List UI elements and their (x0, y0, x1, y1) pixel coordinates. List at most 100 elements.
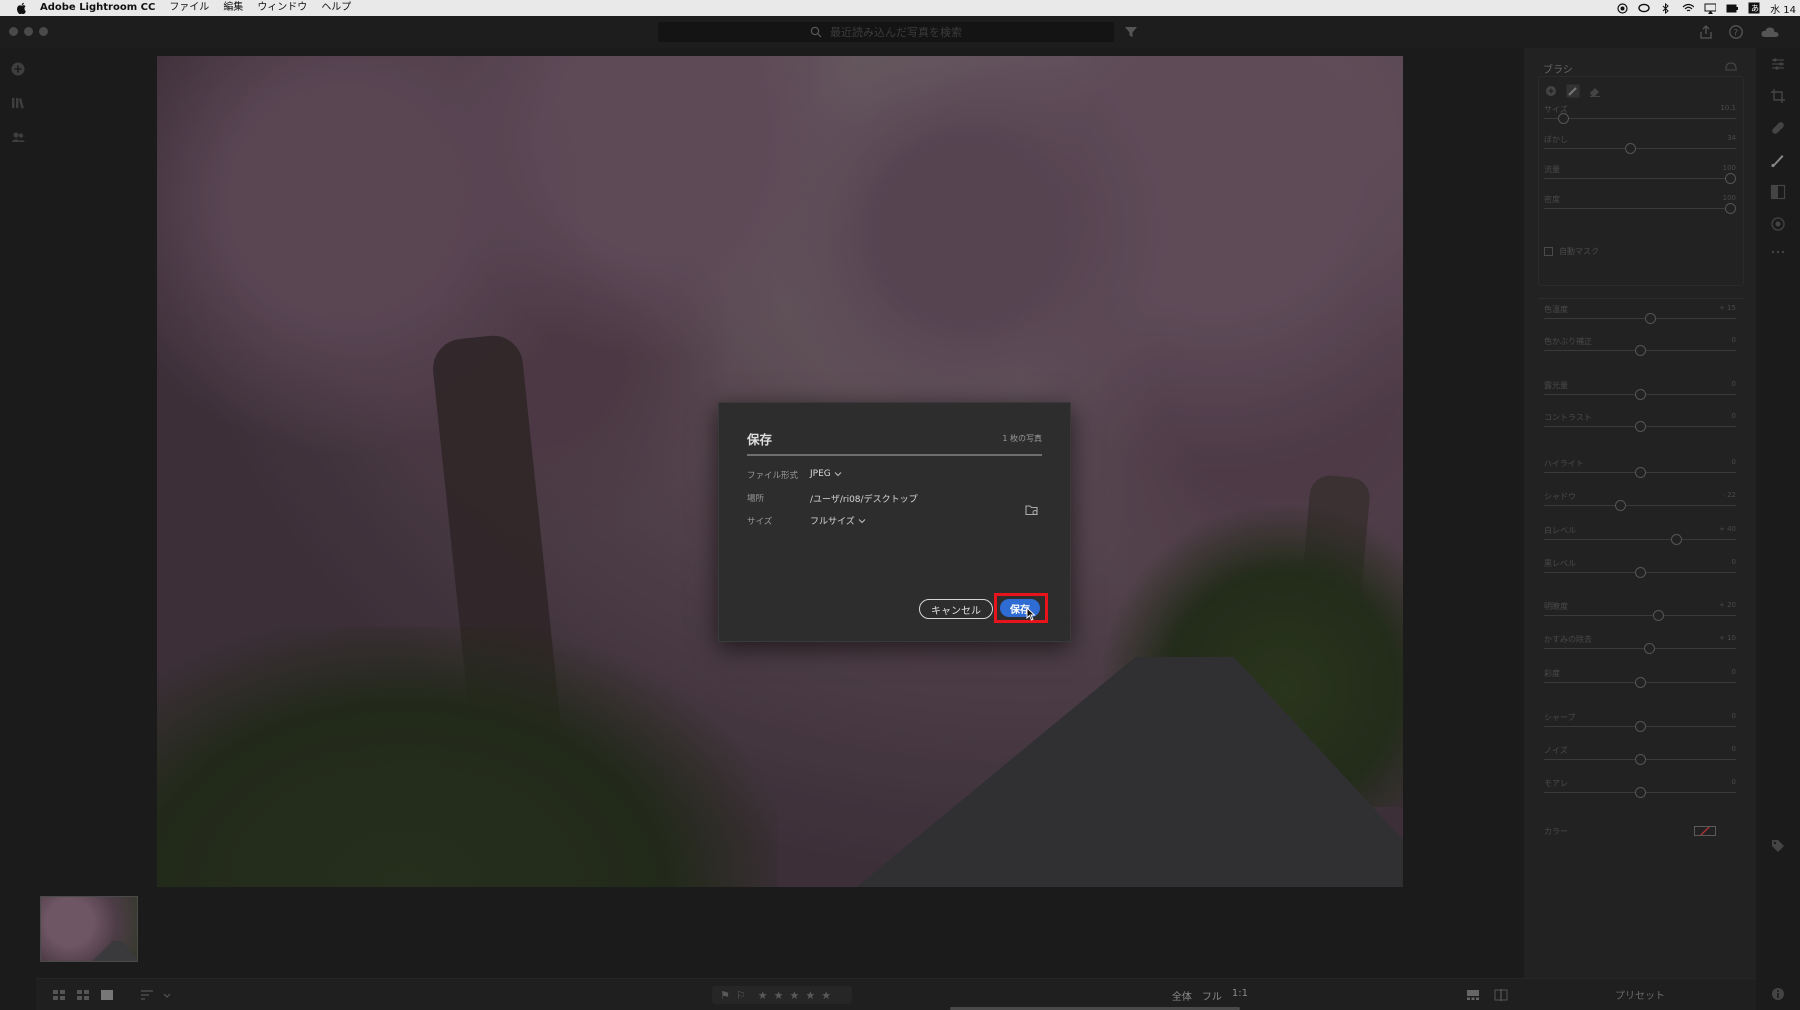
brush-density-slider[interactable]: 密度 100 (1544, 194, 1736, 214)
slider-knob[interactable] (1644, 643, 1655, 654)
slider-knob[interactable] (1635, 567, 1646, 578)
input-source-icon[interactable]: あ (1748, 2, 1760, 14)
slider-knob[interactable] (1645, 313, 1656, 324)
share-icon[interactable] (1698, 24, 1714, 40)
star-rating-4-icon[interactable]: ★ (805, 989, 815, 1002)
slider-knob[interactable] (1725, 203, 1736, 214)
menu-help[interactable]: ヘルプ (321, 0, 351, 16)
battery-icon[interactable] (1726, 2, 1739, 14)
slider-knob[interactable] (1635, 787, 1646, 798)
color-swatch[interactable] (1694, 826, 1716, 836)
size-dropdown[interactable]: フルサイズ (810, 514, 866, 527)
sort-icon[interactable] (140, 989, 154, 1001)
star-rating-5-icon[interactable]: ★ (821, 989, 831, 1002)
reject-flag-icon[interactable]: ⚐ (736, 989, 746, 1002)
adjust-slider[interactable]: ノイズ 0 (1544, 745, 1736, 765)
cancel-button[interactable]: キャンセル (919, 599, 993, 619)
slider-knob[interactable] (1725, 173, 1736, 184)
photo-grid-icon[interactable] (76, 989, 90, 1001)
wifi-icon[interactable] (1682, 2, 1695, 14)
star-rating-2-icon[interactable]: ★ (774, 989, 784, 1002)
adjust-slider[interactable]: 露光量 0 (1544, 380, 1736, 400)
detail-view-icon[interactable] (100, 989, 114, 1001)
bluetooth-icon[interactable] (1660, 2, 1672, 14)
adjust-slider[interactable]: モアレ 0 (1544, 778, 1736, 798)
airplay-icon[interactable] (1704, 2, 1717, 14)
menu-edit[interactable]: 編集 (223, 0, 243, 16)
square-grid-icon[interactable] (52, 989, 66, 1001)
menu-clock[interactable]: 水 14 (1770, 1, 1796, 16)
people-icon[interactable] (9, 128, 27, 146)
window-zoom-button[interactable] (39, 27, 48, 36)
compare-icon[interactable] (1494, 989, 1508, 1001)
filmstrip-toggle-icon[interactable] (1466, 989, 1480, 1001)
cloud-sync-icon[interactable] (1760, 24, 1780, 40)
linear-gradient-icon[interactable] (1770, 184, 1786, 200)
window-close-button[interactable] (9, 27, 18, 36)
adjust-slider[interactable]: コントラスト 0 (1544, 412, 1736, 432)
slider-knob[interactable] (1635, 754, 1646, 765)
eraser-icon[interactable] (1588, 84, 1602, 98)
pick-flag-icon[interactable]: ⚑ (720, 989, 730, 1002)
search-field[interactable]: 最近読み込んだ写真を検索 (658, 22, 1114, 42)
slider-knob[interactable] (1625, 143, 1636, 154)
record-icon[interactable] (1616, 2, 1628, 14)
slider-knob[interactable] (1653, 610, 1664, 621)
zoom-fit-button[interactable]: 全体 (1172, 988, 1192, 1003)
adjust-slider[interactable]: ハイライト 0 (1544, 458, 1736, 478)
brush-icon[interactable] (1566, 84, 1580, 98)
auto-mask-checkbox[interactable]: 自動マスク (1544, 246, 1599, 257)
slider-knob[interactable] (1635, 467, 1646, 478)
choose-folder-icon[interactable] (1025, 504, 1039, 516)
slider-knob[interactable] (1671, 534, 1682, 545)
edit-sliders-icon[interactable] (1770, 56, 1786, 72)
healing-brush-icon[interactable] (1770, 120, 1786, 136)
chevron-down-icon[interactable] (162, 989, 172, 1001)
file-format-dropdown[interactable]: JPEG (810, 469, 842, 479)
slider-knob[interactable] (1635, 677, 1646, 688)
adjust-slider[interactable]: 黒レベル 0 (1544, 558, 1736, 578)
brush-add-icon[interactable] (1544, 84, 1558, 98)
adjust-slider[interactable]: かすみの除去 + 10 (1544, 634, 1736, 654)
brush-feather-slider[interactable]: ぼかし 34 (1544, 134, 1736, 154)
menu-file[interactable]: ファイル (169, 0, 209, 16)
zoom-1to1-button[interactable]: 1:1 (1232, 988, 1248, 1003)
more-icon[interactable] (1770, 244, 1786, 260)
reset-icon[interactable] (1724, 60, 1738, 72)
presets-button[interactable]: プリセット (1524, 978, 1756, 1010)
radial-gradient-icon[interactable] (1770, 216, 1786, 232)
slider-knob[interactable] (1615, 500, 1626, 511)
slider-knob[interactable] (1635, 345, 1646, 356)
tag-icon[interactable] (1770, 838, 1786, 854)
creative-cloud-icon[interactable] (1638, 2, 1650, 14)
slider-knob[interactable] (1558, 113, 1569, 124)
adjust-slider[interactable]: 彩度 0 (1544, 668, 1736, 688)
adjust-slider[interactable]: 明瞭度 + 20 (1544, 601, 1736, 621)
color-row[interactable]: カラー (1544, 824, 1736, 840)
zoom-fill-button[interactable]: フル (1202, 988, 1222, 1003)
adjust-slider[interactable]: 白レベル + 40 (1544, 525, 1736, 545)
adjust-slider[interactable]: 色かぶり補正 0 (1544, 336, 1736, 356)
star-rating-3-icon[interactable]: ★ (790, 989, 800, 1002)
slider-knob[interactable] (1635, 421, 1646, 432)
crop-icon[interactable] (1770, 88, 1786, 104)
library-icon[interactable] (9, 94, 27, 112)
adjust-slider[interactable]: シャープ 0 (1544, 712, 1736, 732)
menu-app-name[interactable]: Adobe Lightroom CC (40, 0, 155, 16)
brush-tool-icon[interactable] (1770, 152, 1786, 168)
filter-icon[interactable] (1124, 25, 1138, 39)
star-rating-1-icon[interactable]: ★ (758, 989, 768, 1002)
add-photos-icon[interactable] (9, 60, 27, 78)
slider-knob[interactable] (1635, 389, 1646, 400)
checkbox-box[interactable] (1544, 247, 1553, 256)
apple-logo-icon[interactable] (14, 0, 30, 16)
info-icon[interactable] (1770, 986, 1786, 1002)
photo-thumbnail[interactable] (40, 896, 138, 962)
brush-size-slider[interactable]: サイズ 10.1 (1544, 104, 1736, 124)
menu-window[interactable]: ウィンドウ (257, 0, 307, 16)
brush-flow-slider[interactable]: 流量 100 (1544, 164, 1736, 184)
window-minimize-button[interactable] (24, 27, 33, 36)
slider-knob[interactable] (1635, 721, 1646, 732)
adjust-slider[interactable]: 色温度 + 15 (1544, 304, 1736, 324)
help-icon[interactable]: ? (1728, 24, 1744, 40)
